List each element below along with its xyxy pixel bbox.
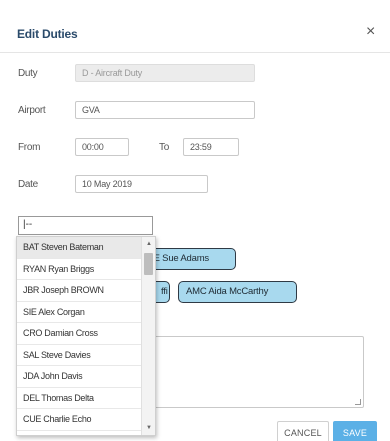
date-field[interactable]: 10 May 2019: [75, 175, 208, 193]
dialog-title: Edit Duties: [17, 27, 78, 41]
list-item[interactable]: CRO Damian Cross: [17, 323, 155, 345]
close-icon[interactable]: ×: [366, 24, 375, 40]
save-button[interactable]: SAVE: [333, 421, 377, 441]
list-item[interactable]: BAT Steven Bateman: [17, 237, 155, 259]
scroll-up-icon[interactable]: ▲: [146, 241, 152, 247]
duty-field: D - Aircraft Duty: [75, 64, 255, 82]
date-label: Date: [18, 179, 38, 190]
notes-textarea[interactable]: [146, 336, 364, 408]
list-item[interactable]: JBR Joseph BROWN: [17, 280, 155, 302]
list-item[interactable]: DEL Thomas Delta: [17, 388, 155, 409]
from-label: From: [18, 142, 41, 153]
from-time-field[interactable]: 00:00: [75, 138, 129, 156]
list-item[interactable]: SIE Alex Corgan: [17, 302, 155, 323]
duty-label: Duty: [18, 68, 38, 79]
list-item[interactable]: CUE Charlie Echo: [17, 409, 155, 431]
scroll-down-icon[interactable]: ▼: [146, 425, 152, 431]
airport-label: Airport: [18, 105, 46, 116]
crew-chip[interactable]: AMC Aida McCarthy: [178, 281, 297, 303]
resize-handle-icon[interactable]: [355, 399, 361, 405]
crew-dropdown-list[interactable]: BAT Steven Bateman RYAN Ryan Briggs JBR …: [16, 236, 156, 436]
list-item[interactable]: JDA John Davis: [17, 366, 155, 388]
cancel-button[interactable]: CANCEL: [277, 421, 329, 441]
to-time-field[interactable]: 23:59: [183, 138, 239, 156]
airport-field[interactable]: GVA: [75, 101, 255, 119]
scrollbar-thumb[interactable]: [144, 253, 153, 275]
to-label: To: [159, 142, 169, 153]
list-item[interactable]: RYAN Ryan Briggs: [17, 259, 155, 280]
crew-search-input[interactable]: |--: [18, 216, 153, 235]
dropdown-scrollbar[interactable]: ▲ ▼: [141, 237, 155, 435]
header-divider: [0, 52, 390, 53]
list-item[interactable]: SAL Steve Davies: [17, 345, 155, 366]
edit-duties-dialog: Edit Duties × Duty D - Aircraft Duty Air…: [0, 0, 390, 441]
